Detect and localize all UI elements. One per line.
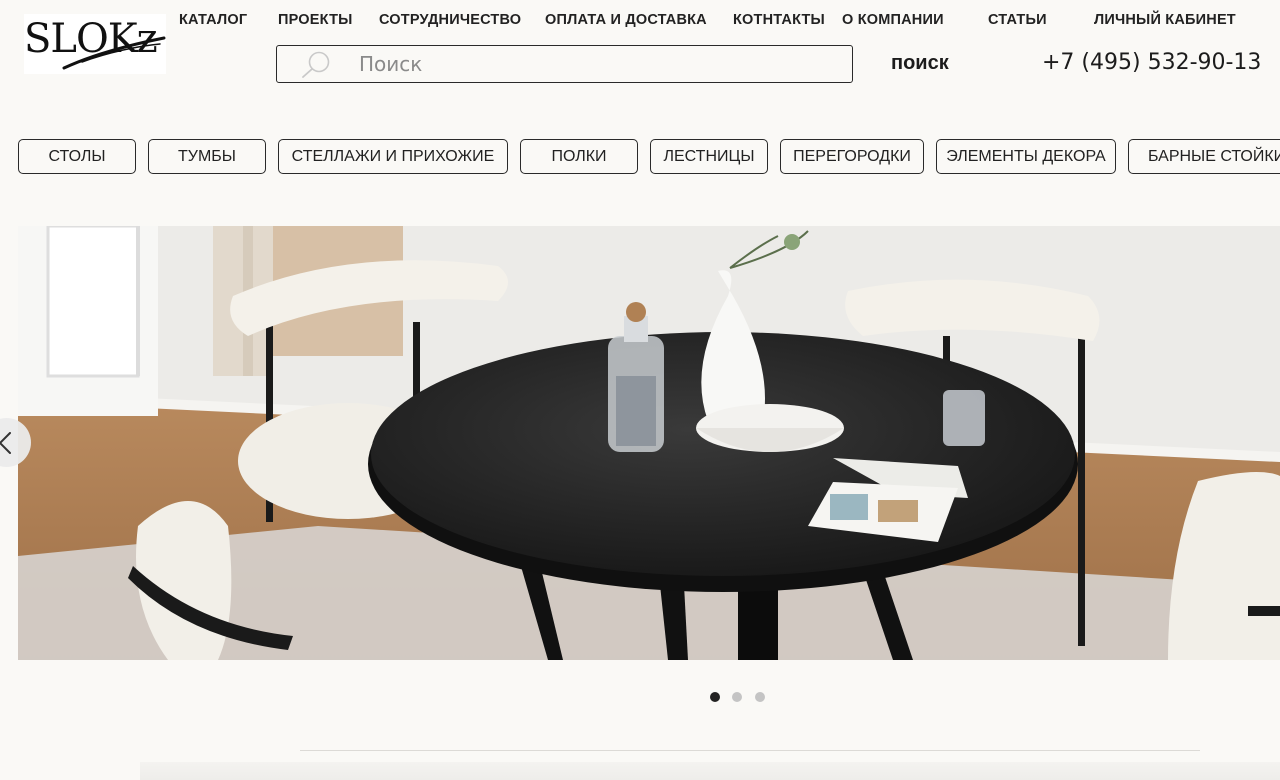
category-cabinets[interactable]: ТУМБЫ (148, 139, 266, 174)
category-stairs[interactable]: ЛЕСТНИЦЫ (650, 139, 768, 174)
category-label: ПОЛКИ (551, 147, 607, 165)
nav-account[interactable]: ЛИЧНЫЙ КАБИНЕТ (1094, 12, 1236, 28)
nav-payment-delivery[interactable]: ОПЛАТА И ДОСТАВКА (545, 12, 707, 28)
logo-swoosh-icon (62, 36, 166, 70)
category-label: ЛЕСТНИЦЫ (663, 147, 755, 165)
section-divider (300, 750, 1200, 751)
search-button[interactable]: поиск (891, 52, 949, 75)
category-label: ЭЛЕМЕНТЫ ДЕКОРА (946, 147, 1106, 165)
banner-slide-image[interactable] (18, 226, 1280, 660)
search-icon (302, 51, 330, 78)
search-box (276, 45, 853, 83)
search-input[interactable] (357, 48, 841, 80)
category-shelves[interactable]: ПОЛКИ (520, 139, 638, 174)
chevron-left-icon (0, 432, 11, 454)
nav-about[interactable]: О КОМПАНИИ (842, 12, 944, 28)
category-label: ТУМБЫ (178, 147, 236, 165)
category-label: СТОЛЫ (48, 147, 106, 165)
nav-articles[interactable]: СТАТЬИ (988, 12, 1047, 28)
logo[interactable]: SLOKz (24, 14, 166, 74)
category-decor[interactable]: ЭЛЕМЕНТЫ ДЕКОРА (936, 139, 1116, 174)
content-edge (140, 762, 1280, 780)
category-tables[interactable]: СТОЛЫ (18, 139, 136, 174)
category-bar-counters[interactable]: БАРНЫЕ СТОЙКИ (1128, 139, 1280, 174)
nav-projects[interactable]: ПРОЕКТЫ (278, 12, 353, 28)
slider-dot-3[interactable] (755, 692, 765, 702)
category-label: СТЕЛЛАЖИ И ПРИХОЖИЕ (291, 147, 495, 165)
nav-catalog[interactable]: КАТАЛОГ (179, 12, 247, 28)
category-label: БАРНЫЕ СТОЙКИ (1148, 147, 1280, 165)
slider-dot-1-active[interactable] (710, 692, 720, 702)
nav-cooperation[interactable]: СОТРУДНИЧЕСТВО (379, 12, 521, 28)
nav-contacts[interactable]: КОТНТАКТЫ (733, 12, 825, 28)
category-label: ПЕРЕГОРОДКИ (793, 147, 911, 165)
category-shelving-hallways[interactable]: СТЕЛЛАЖИ И ПРИХОЖИЕ (278, 139, 508, 174)
banner-illustration (18, 226, 1280, 660)
slider-dot-2[interactable] (732, 692, 742, 702)
phone-number[interactable]: +7 (495) 532-90-13 (1042, 50, 1261, 75)
category-partitions[interactable]: ПЕРЕГОРОДКИ (780, 139, 924, 174)
